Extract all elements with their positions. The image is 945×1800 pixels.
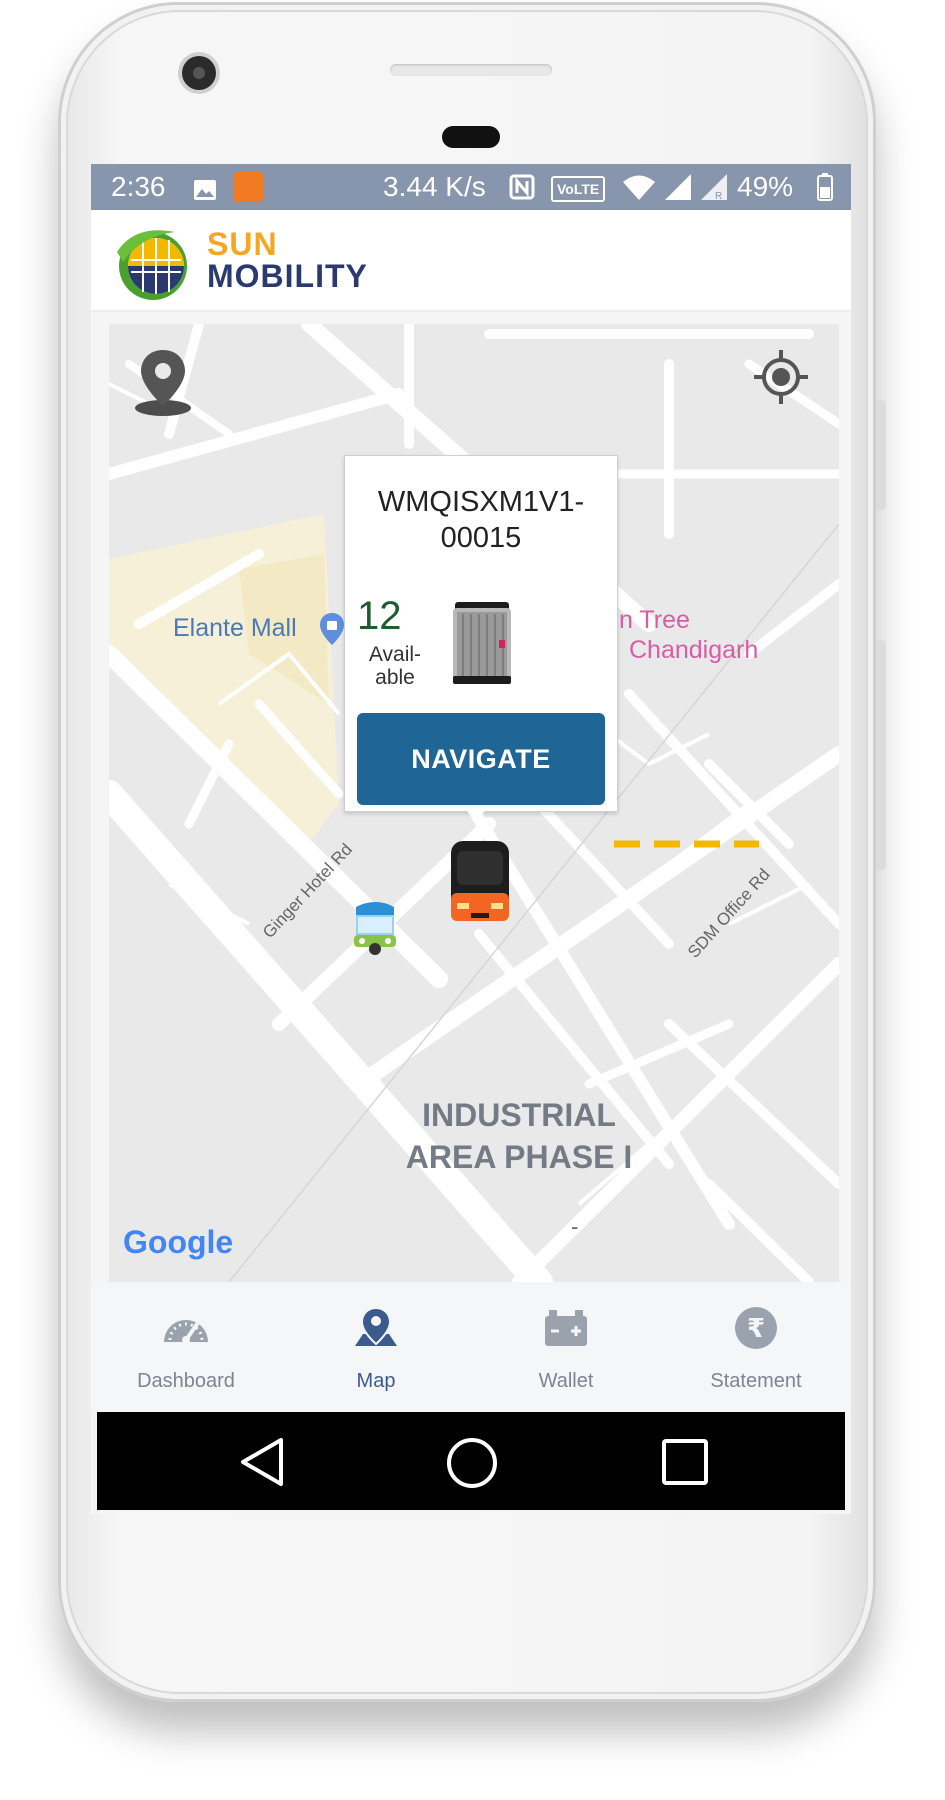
- auto-rickshaw-marker-icon[interactable]: [352, 897, 398, 957]
- place-label-mall: Elante Mall: [173, 614, 297, 642]
- bottom-navigation: Dashboard Map Wallet ₹ Statement: [91, 1284, 851, 1412]
- recents-icon[interactable]: [661, 1438, 709, 1486]
- ev-bus-marker-icon[interactable]: [447, 839, 513, 924]
- popup-pointer: [462, 806, 490, 820]
- system-navigation-bar: [97, 1412, 845, 1510]
- battery-icon: [545, 1310, 587, 1346]
- battery-icon: [817, 173, 833, 201]
- back-icon[interactable]: [237, 1436, 287, 1488]
- available-label-line-1: Avail-: [368, 643, 422, 666]
- navigate-button[interactable]: NAVIGATE: [357, 713, 605, 805]
- nav-wallet[interactable]: Wallet: [471, 1284, 661, 1412]
- status-time: 2:36: [111, 171, 166, 202]
- speedometer-icon: [164, 1320, 208, 1344]
- google-attribution: Google: [123, 1224, 234, 1260]
- nav-label-wallet: Wallet: [538, 1370, 594, 1392]
- nav-label-map: Map: [356, 1370, 396, 1392]
- app-header: SUN MOBILITY: [91, 210, 851, 312]
- power-button: [876, 400, 886, 510]
- proximity-sensor: [442, 126, 500, 148]
- place-label-tree: n Tree: [619, 606, 690, 634]
- volume-button: [876, 640, 886, 870]
- camera-lens: [193, 67, 205, 79]
- map-pin-icon[interactable]: [133, 346, 193, 418]
- network-speed: 3.44 K/s: [383, 171, 486, 202]
- nav-label-dashboard: Dashboard: [137, 1370, 235, 1392]
- nav-label-statement: Statement: [710, 1370, 802, 1392]
- battery-percent: 49%: [737, 171, 794, 202]
- signal-icon: [663, 173, 693, 201]
- gallery-icon: [193, 176, 217, 200]
- signal-roaming-icon: R: [699, 173, 729, 202]
- map-minor-mark: -: [571, 1214, 579, 1239]
- brand-line-2: MOBILITY: [207, 258, 368, 294]
- home-icon[interactable]: [445, 1436, 499, 1490]
- station-id: WMQISXM1V1-00015: [377, 486, 585, 554]
- nfc-icon: [509, 174, 535, 200]
- volte-icon: VoLTE: [551, 176, 606, 202]
- nav-dashboard[interactable]: Dashboard: [91, 1284, 281, 1412]
- area-label-line-2: AREA PHASE I: [405, 1139, 633, 1175]
- my-location-icon[interactable]: [752, 348, 810, 406]
- available-label-line-2: able: [375, 666, 415, 689]
- sun-mobility-logo-icon: [111, 222, 195, 304]
- map-pin-icon: [355, 1306, 397, 1346]
- available-label: Avail- able: [365, 643, 425, 689]
- nav-statement[interactable]: ₹ Statement: [661, 1284, 851, 1412]
- place-label-city: Chandigarh: [629, 636, 759, 664]
- screen: 2:36 3.44 K/s VoLTE R 49% SUN MOBILITY E…: [91, 164, 851, 1514]
- rupee-icon: ₹: [735, 1307, 777, 1349]
- area-label: INDUSTRIAL AREA PHASE I: [379, 1094, 659, 1178]
- earpiece-speaker: [390, 64, 552, 76]
- area-label-line-1: INDUSTRIAL: [422, 1097, 616, 1133]
- app-notification-icon: [233, 172, 263, 202]
- battery-pack-icon: [441, 596, 523, 688]
- shopping-pin-icon: [319, 612, 345, 646]
- wifi-icon: [621, 173, 657, 201]
- nav-map[interactable]: Map: [281, 1284, 471, 1412]
- station-info-popup: WMQISXM1V1-00015 12 Avail- able NAVIGATE: [344, 455, 618, 812]
- svg-text:₹: ₹: [747, 1314, 765, 1344]
- available-count: 12: [357, 594, 402, 638]
- status-bar: 2:36 3.44 K/s VoLTE R 49%: [91, 164, 851, 210]
- svg-text:R: R: [715, 191, 722, 201]
